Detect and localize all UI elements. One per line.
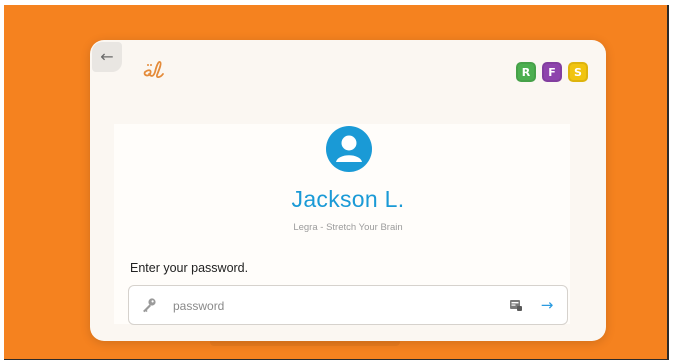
user-avatar-icon [326,126,372,172]
password-manager-icon[interactable] [509,298,523,312]
el-logo-icon [143,61,164,79]
back-button[interactable]: ← [92,42,122,72]
badge-group: R F S [516,62,588,82]
app-subtitle: Legra - Stretch Your Brain [293,222,403,233]
badge-s[interactable]: S [568,62,588,82]
user-name: Jackson L. [291,186,405,212]
badge-f[interactable]: F [542,62,562,82]
password-input[interactable] [171,295,495,317]
password-field[interactable]: → [128,285,568,325]
arrow-left-icon: ← [100,47,114,66]
submit-arrow-icon[interactable]: → [537,295,557,315]
login-card: ← R F S Jackson L. Legra - Stretch Your … [90,40,606,341]
badge-r[interactable]: R [516,62,536,82]
password-prompt: Enter your password. [130,261,249,275]
key-icon [143,298,156,313]
